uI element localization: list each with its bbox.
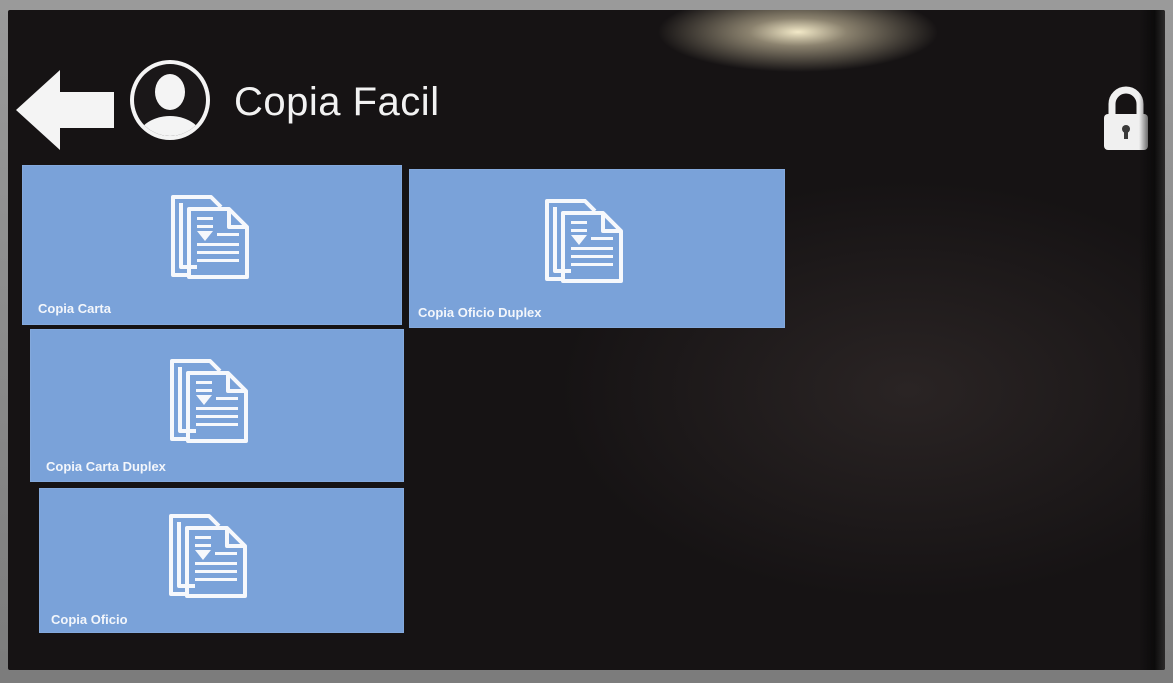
tile-label: Copia Carta Duplex [46,459,166,474]
tile-copia-oficio-duplex[interactable]: Copia Oficio Duplex [409,169,785,328]
screen-bezel-edge [1139,10,1165,670]
tile-copia-oficio[interactable]: Copia Oficio [39,488,404,633]
back-arrow-icon [16,70,114,150]
user-avatar-icon [130,60,210,140]
touch-screen: Copia Facil Copia Carta Copia Oficio Dup… [8,10,1165,670]
tile-copia-carta-duplex[interactable]: Copia Carta Duplex [30,329,404,482]
printer-panel: Copia Facil Copia Carta Copia Oficio Dup… [0,0,1173,683]
copy-documents-icon [169,514,247,598]
page-title: Copia Facil [234,80,440,124]
tile-copia-carta[interactable]: Copia Carta [22,165,402,325]
tile-label: Copia Carta [38,301,111,316]
copy-documents-icon [545,199,623,283]
user-avatar-button[interactable] [128,58,212,142]
tile-label: Copia Oficio Duplex [418,305,542,320]
tile-label: Copia Oficio [51,612,128,627]
back-button[interactable] [14,68,118,152]
copy-documents-icon [171,195,249,279]
copy-documents-icon [170,359,248,443]
